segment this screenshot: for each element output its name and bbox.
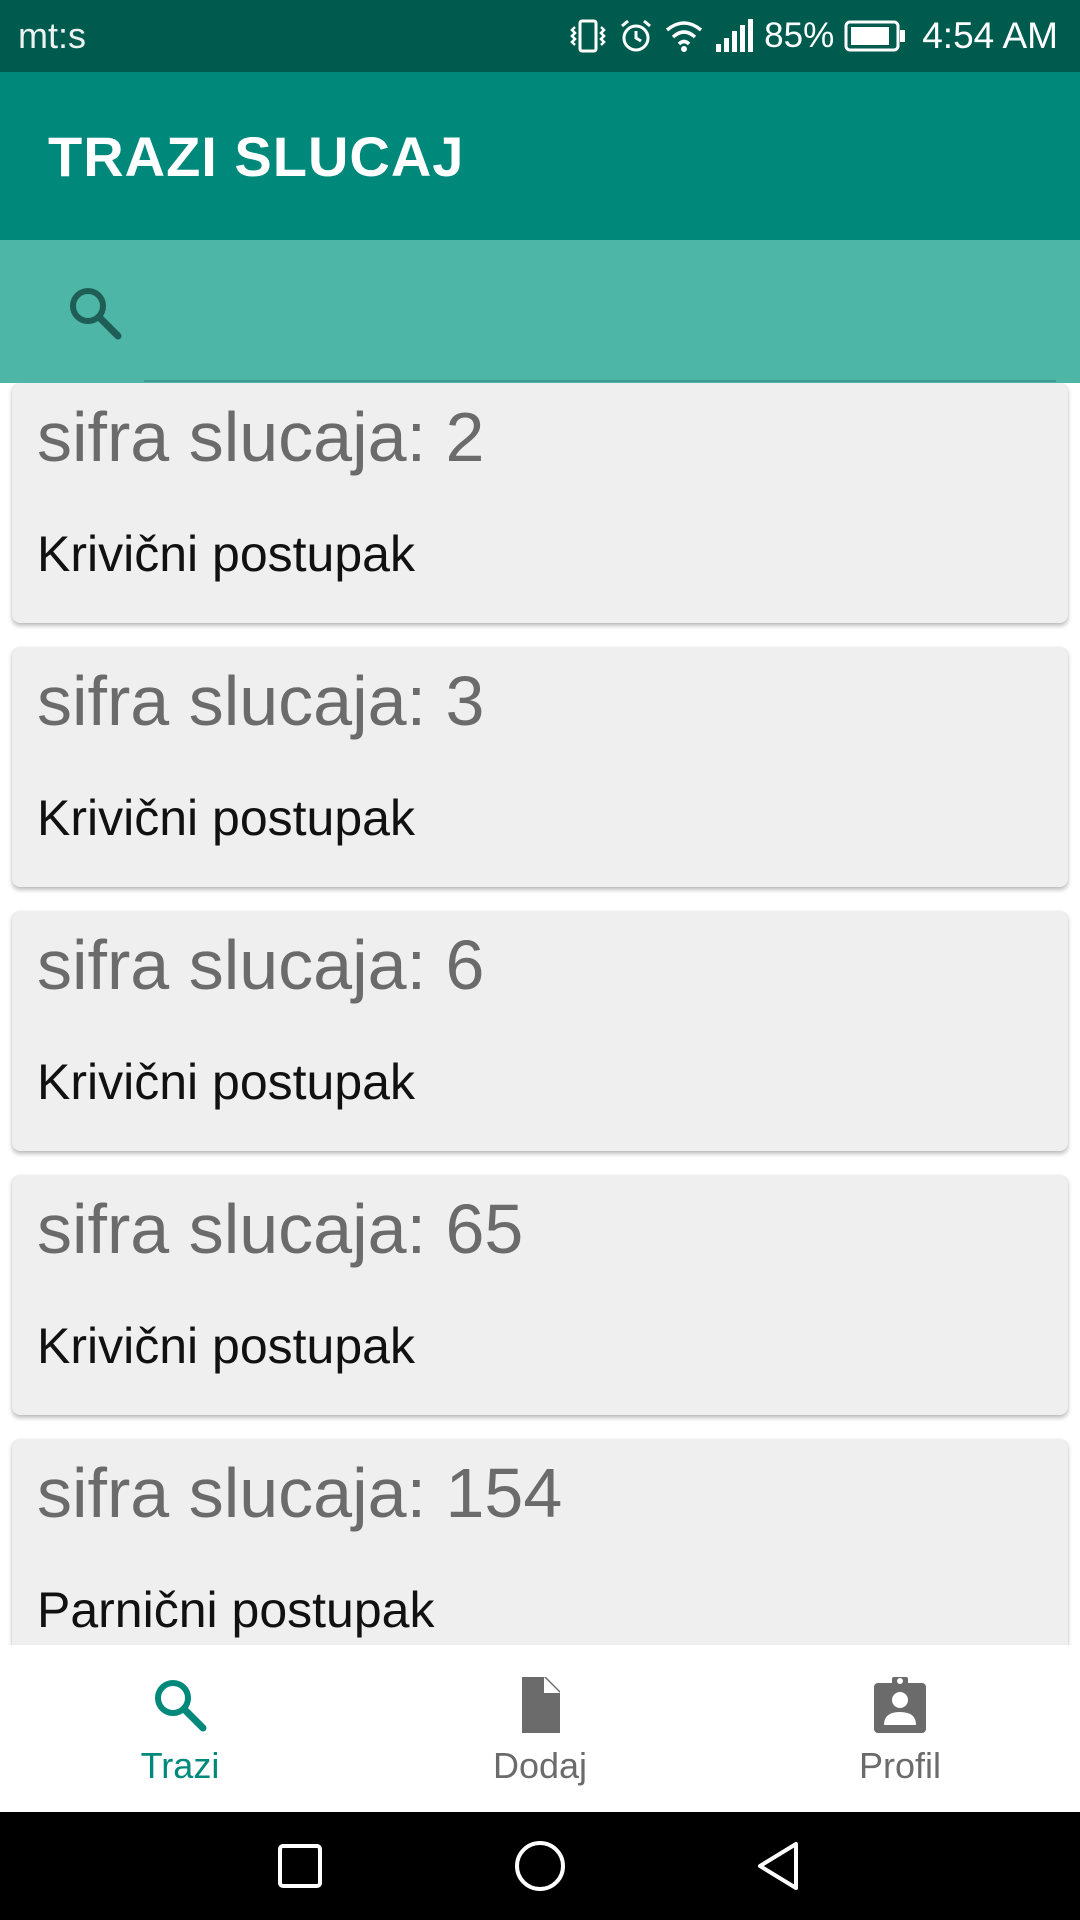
page-title: TRAZI SLUCAJ xyxy=(48,124,465,188)
case-code: sifra slucaja: 65 xyxy=(37,1190,524,1268)
nav-item-dodaj[interactable]: Dodaj xyxy=(360,1645,720,1812)
nav-label: Dodaj xyxy=(492,1745,588,1786)
home-icon[interactable] xyxy=(512,1838,568,1894)
search-icon xyxy=(150,1675,210,1735)
search-bar xyxy=(0,240,1080,383)
status-bar: mt:s 85% 4:54 AM xyxy=(0,0,1080,72)
nav-item-trazi[interactable]: Trazi xyxy=(0,1645,360,1812)
nav-item-profil[interactable]: Profil xyxy=(720,1645,1080,1812)
case-type: Parnični postupak xyxy=(37,1582,435,1638)
case-code: sifra slucaja: 154 xyxy=(37,1454,563,1532)
case-code: sifra slucaja: 6 xyxy=(37,926,485,1004)
system-navigation-bar xyxy=(0,1812,1080,1920)
case-type: Krivični postupak xyxy=(37,790,415,846)
signal-icon xyxy=(714,18,754,54)
battery-icon xyxy=(844,19,906,53)
nav-label: Trazi xyxy=(140,1745,220,1786)
case-code: sifra slucaja: 3 xyxy=(37,662,485,740)
document-icon xyxy=(510,1675,570,1735)
alarm-icon xyxy=(618,17,654,55)
case-card[interactable]: sifra slucaja: 2 Krivični postupak xyxy=(12,383,1068,623)
clock: 4:54 AM xyxy=(922,15,1058,56)
case-type: Krivični postupak xyxy=(37,1054,415,1110)
case-card[interactable]: sifra slucaja: 65 Krivični postupak xyxy=(12,1175,1068,1415)
recents-icon[interactable] xyxy=(272,1838,328,1894)
bottom-navigation: Trazi Dodaj Profil xyxy=(0,1645,1080,1812)
case-type: Krivični postupak xyxy=(37,526,415,582)
case-code: sifra slucaja: 2 xyxy=(37,398,485,476)
status-icons: 85% 4:54 AM xyxy=(568,15,1058,57)
carrier-name: mt:s xyxy=(18,15,86,56)
search-input[interactable] xyxy=(144,270,1058,352)
case-card[interactable]: sifra slucaja: 154 Parnični postupak xyxy=(12,1439,1068,1645)
search-underline xyxy=(144,380,1056,382)
profile-badge-icon xyxy=(870,1675,930,1735)
wifi-icon xyxy=(664,18,704,54)
nav-label: Profil xyxy=(858,1745,942,1786)
case-list: sifra slucaja: 2 Krivični postupak sifra… xyxy=(0,383,1080,1645)
vibrate-icon xyxy=(568,17,608,55)
case-card[interactable]: sifra slucaja: 3 Krivični postupak xyxy=(12,647,1068,887)
battery-percent: 85% xyxy=(764,16,835,55)
case-card[interactable]: sifra slucaja: 6 Krivični postupak xyxy=(12,911,1068,1151)
search-icon[interactable] xyxy=(66,284,124,342)
app-bar: TRAZI SLUCAJ xyxy=(0,72,1080,240)
back-icon[interactable] xyxy=(752,1838,808,1894)
case-type: Krivični postupak xyxy=(37,1318,415,1374)
